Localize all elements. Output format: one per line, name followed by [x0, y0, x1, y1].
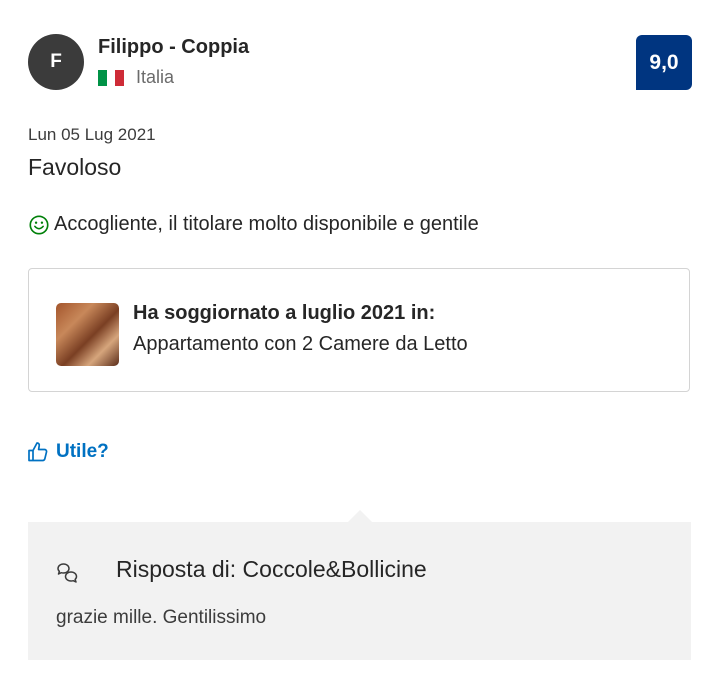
- helpful-label[interactable]: Utile?: [56, 441, 109, 463]
- thumbs-up-icon: [28, 442, 48, 462]
- italy-flag-icon: [98, 69, 125, 86]
- helpful-button[interactable]: Utile?: [26, 440, 109, 464]
- review-date: Lun 05 Lug 2021: [28, 125, 156, 144]
- reply-text: grazie mille. Gentilissimo: [56, 607, 267, 628]
- owner-reply: Risposta di: Coccole&Bollicine grazie mi…: [28, 522, 691, 660]
- stay-room-type: Appartamento con 2 Camere da Letto: [133, 333, 468, 355]
- score-badge: 9,0: [636, 35, 692, 90]
- stay-info-card: Ha soggiornato a luglio 2021 in: Apparta…: [28, 268, 690, 392]
- reviewer-country: Italia: [98, 67, 174, 88]
- reviewer-name: Filippo - Coppia: [98, 36, 250, 58]
- country-name: Italia: [136, 67, 175, 87]
- chat-bubbles-icon: [57, 563, 78, 583]
- review-title: Favoloso: [28, 154, 122, 180]
- room-thumbnail[interactable]: [56, 303, 119, 366]
- smile-icon: [29, 214, 49, 235]
- positive-text: Accogliente, il titolare molto disponibi…: [54, 213, 479, 235]
- avatar: F: [28, 34, 84, 90]
- stay-title: Ha soggiornato a luglio 2021 in:: [133, 302, 436, 324]
- avatar-initial: F: [50, 51, 62, 72]
- reply-pointer: [348, 510, 372, 522]
- positive-comment: Accogliente, il titolare molto disponibi…: [28, 213, 479, 236]
- reply-title: Risposta di: Coccole&Bollicine: [116, 556, 427, 582]
